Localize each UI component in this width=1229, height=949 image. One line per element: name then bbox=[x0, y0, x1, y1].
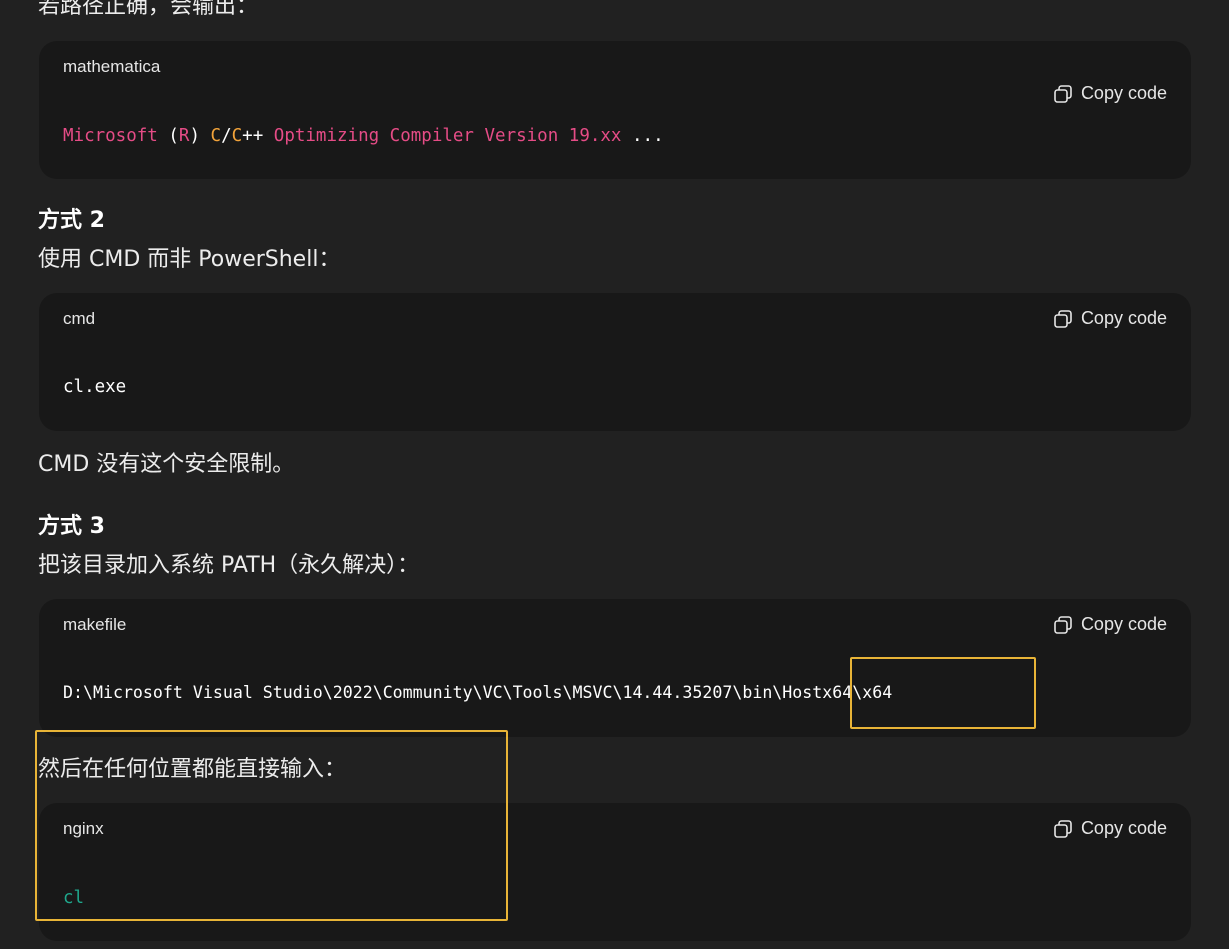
method-2-text: 使用 CMD 而非 PowerShell： bbox=[38, 247, 341, 272]
code-token: C bbox=[210, 126, 222, 146]
copy-icon bbox=[1054, 615, 1072, 634]
copy-code-label: Copy code bbox=[1080, 818, 1167, 838]
code-content: D:\Microsoft Visual Studio\2022\Communit… bbox=[63, 683, 893, 702]
code-block-mathematica: mathematica Copy code Microsoft (R) C/C+… bbox=[39, 41, 1191, 179]
copy-code-button[interactable]: Copy code bbox=[1053, 614, 1167, 635]
code-language-label: mathematica bbox=[63, 57, 161, 76]
code-token: ++ bbox=[242, 126, 274, 146]
intro-text: 若路径正确，会输出： bbox=[38, 0, 259, 19]
code-token: ( bbox=[157, 126, 179, 146]
copy-icon bbox=[1054, 309, 1072, 328]
code-content: cl.exe bbox=[63, 377, 127, 397]
code-language-label: nginx bbox=[63, 819, 104, 838]
copy-code-button[interactable]: Copy code bbox=[1053, 83, 1167, 104]
code-block-cmd: cmd Copy code cl.exe bbox=[39, 293, 1191, 431]
copy-code-button[interactable]: Copy code bbox=[1053, 818, 1167, 839]
copy-icon bbox=[1054, 819, 1072, 838]
code-token: Microsoft bbox=[63, 126, 158, 146]
code-content: cl bbox=[63, 888, 85, 908]
code-content: Microsoft (R) C/C++ Optimizing Compiler … bbox=[63, 126, 664, 146]
method-3-text: 把该目录加入系统 PATH（永久解决）： bbox=[38, 553, 420, 578]
code-language-label: makefile bbox=[63, 615, 127, 634]
code-token: C bbox=[231, 126, 243, 146]
chat-response: 若路径正确，会输出： mathematica Copy code Microso… bbox=[0, 0, 1229, 949]
copy-code-label: Copy code bbox=[1080, 83, 1167, 103]
copy-code-label: Copy code bbox=[1080, 308, 1167, 328]
code-block-nginx: nginx Copy code cl bbox=[39, 803, 1191, 941]
code-token: / bbox=[221, 126, 232, 146]
code-token: R bbox=[178, 126, 190, 146]
copy-code-label: Copy code bbox=[1080, 614, 1167, 634]
cmd-note-text: CMD 没有这个安全限制。 bbox=[38, 452, 295, 477]
code-block-makefile: makefile Copy code D:\Microsoft Visual S… bbox=[39, 599, 1191, 737]
copy-icon bbox=[1054, 84, 1072, 103]
code-token: ) bbox=[189, 126, 211, 146]
code-token: ... bbox=[621, 126, 664, 146]
method-3-heading: 方式 3 bbox=[38, 514, 105, 539]
code-language-label: cmd bbox=[63, 309, 96, 328]
anywhere-text: 然后在任何位置都能直接输入： bbox=[38, 757, 347, 782]
copy-code-button[interactable]: Copy code bbox=[1053, 308, 1167, 329]
code-token: Optimizing Compiler Version 19.xx bbox=[273, 126, 622, 146]
method-2-heading: 方式 2 bbox=[38, 208, 105, 233]
